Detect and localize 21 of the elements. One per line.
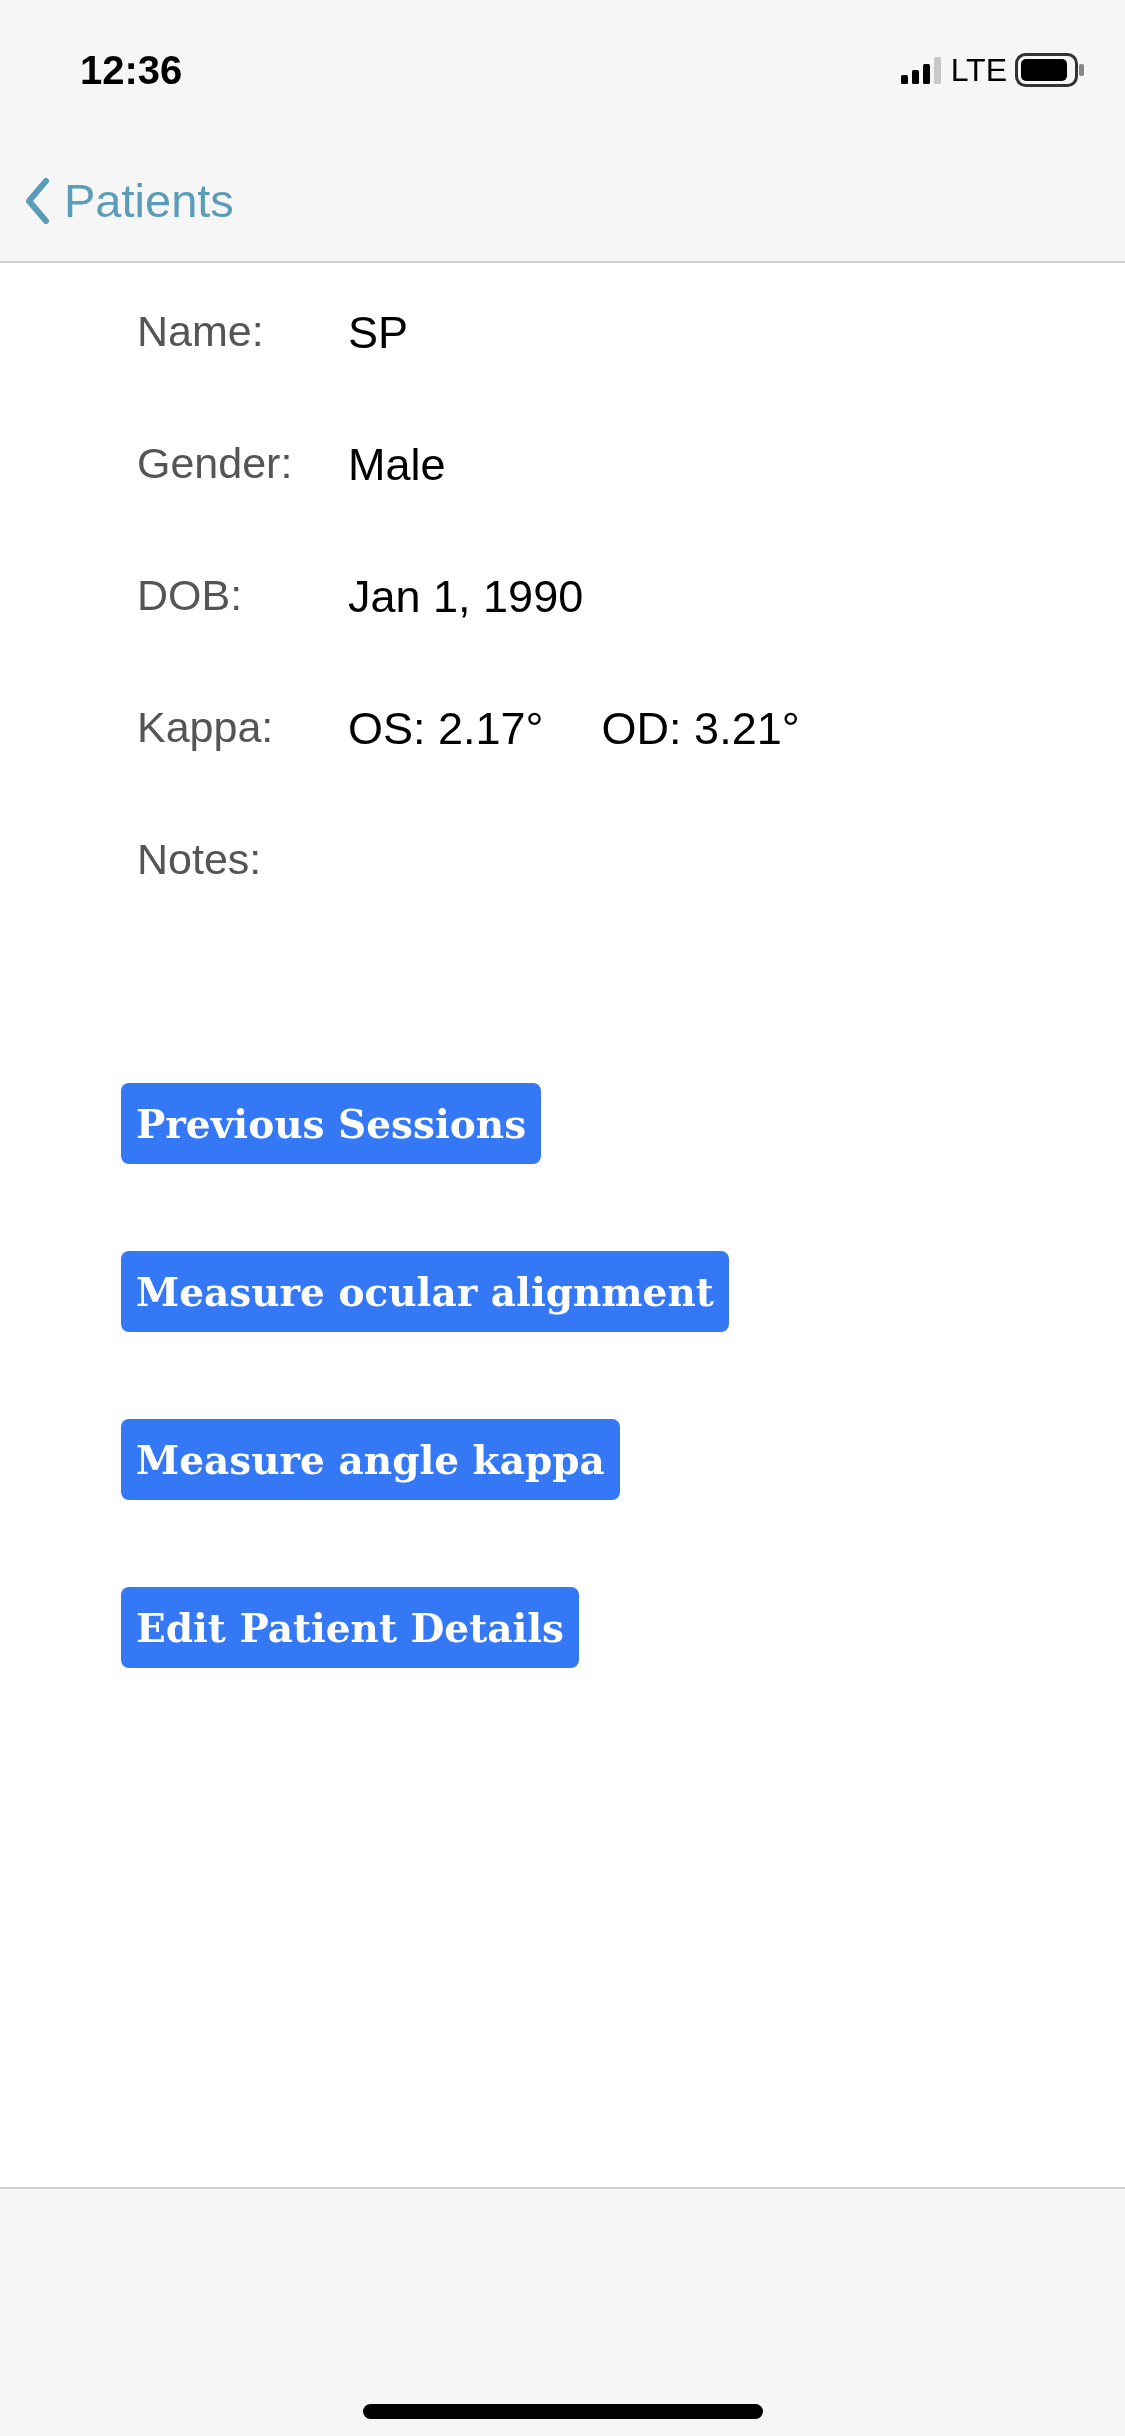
field-value: Male — [348, 439, 446, 491]
action-button[interactable]: Measure ocular alignment — [121, 1251, 729, 1332]
action-button[interactable]: Previous Sessions — [121, 1083, 542, 1164]
field-value: OD: 3.21° — [601, 703, 800, 755]
home-indicator[interactable] — [362, 2404, 763, 2419]
field-label: Notes: — [137, 835, 263, 884]
field-value: SP — [348, 307, 409, 359]
field-label: Gender: — [137, 439, 294, 488]
back-chevron-icon — [24, 176, 50, 225]
network-label: LTE — [950, 51, 1007, 89]
field-value: Jan 1, 1990 — [348, 571, 584, 623]
action-button[interactable]: Edit Patient Details — [121, 1587, 580, 1668]
field-label: Kappa: — [137, 703, 275, 752]
field-label: Name: — [137, 307, 265, 356]
field-label: DOB: — [137, 571, 244, 620]
battery-icon — [1015, 53, 1085, 87]
field-value: OS: 2.17° — [348, 703, 544, 755]
action-button[interactable]: Measure angle kappa — [121, 1419, 620, 1500]
back-button[interactable]: Patients — [24, 173, 234, 228]
status-time: 12:36 — [80, 47, 183, 93]
signal-icon — [900, 56, 943, 84]
